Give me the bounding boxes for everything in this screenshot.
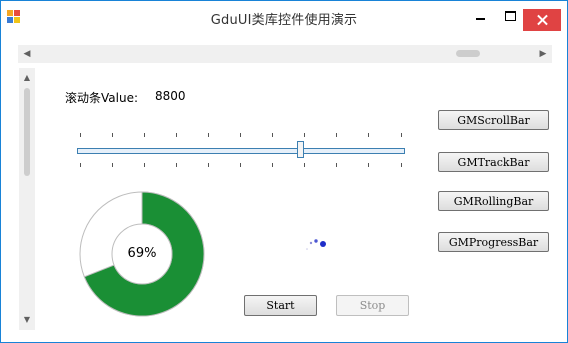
trackbar-tick xyxy=(144,163,145,167)
trackbar[interactable] xyxy=(77,148,405,154)
trackbar-tick xyxy=(176,133,177,137)
trackbar-tick xyxy=(304,163,305,167)
trackbar-tick xyxy=(272,133,273,137)
trackbar-tick xyxy=(240,133,241,137)
start-button[interactable]: Start xyxy=(244,295,317,316)
trackbar-tick xyxy=(272,163,273,167)
trackbar-tick xyxy=(208,133,209,137)
gmprogressbar-button[interactable]: GMProgressBar xyxy=(438,232,549,252)
trackbar-tick xyxy=(304,133,305,137)
trackbar-tick xyxy=(401,163,402,167)
minimize-icon[interactable] xyxy=(465,1,495,30)
horizontal-scrollbar[interactable]: ◀ ▶ xyxy=(18,45,552,63)
trackbar-tick xyxy=(80,133,81,137)
trackbar-tick xyxy=(112,163,113,167)
trackbar-thumb[interactable] xyxy=(297,141,304,158)
trackbar-tick xyxy=(208,163,209,167)
trackbar-tick xyxy=(240,163,241,167)
scroll-value-label: 滚动条Value: xyxy=(65,91,138,105)
loader-dot xyxy=(306,248,308,250)
scroll-down-icon[interactable]: ▼ xyxy=(19,312,35,328)
trackbar-tick xyxy=(80,163,81,167)
trackbar-tick xyxy=(401,133,402,137)
close-icon[interactable] xyxy=(523,9,561,31)
gmscrollbar-button[interactable]: GMScrollBar xyxy=(438,110,549,130)
progress-percent: 69% xyxy=(127,246,157,261)
trackbar-tick xyxy=(368,133,369,137)
rolling-loader xyxy=(306,239,326,250)
trackbar-tick xyxy=(336,163,337,167)
main-window: GduUI类库控件使用演示 ◀ ▶ ▲ ▼ 滚动条Value: 8800 GMS… xyxy=(0,0,568,343)
trackbar-tick xyxy=(144,133,145,137)
gmtrackbar-button[interactable]: GMTrackBar xyxy=(438,152,549,172)
circular-progress: 69% xyxy=(77,189,207,319)
trackbar-tick xyxy=(336,133,337,137)
loader-dot xyxy=(309,241,313,245)
scroll-right-icon[interactable]: ▶ xyxy=(534,45,552,63)
stop-button[interactable]: Stop xyxy=(336,295,409,316)
gmrollingbar-button[interactable]: GMRollingBar xyxy=(438,191,549,211)
loader-dot xyxy=(320,241,326,247)
vertical-scrollbar[interactable]: ▲ ▼ xyxy=(19,68,35,330)
title-bar[interactable]: GduUI类库控件使用演示 xyxy=(1,1,567,32)
scroll-value: 8800 xyxy=(155,89,186,103)
scroll-up-icon[interactable]: ▲ xyxy=(19,70,35,86)
trackbar-tick xyxy=(368,163,369,167)
trackbar-tick xyxy=(112,133,113,137)
maximize-icon[interactable] xyxy=(495,1,525,30)
vertical-scroll-thumb[interactable] xyxy=(24,88,30,176)
trackbar-tick xyxy=(176,163,177,167)
horizontal-scroll-thumb[interactable] xyxy=(456,50,480,57)
loader-dot xyxy=(314,239,318,243)
scroll-left-icon[interactable]: ◀ xyxy=(18,45,36,63)
